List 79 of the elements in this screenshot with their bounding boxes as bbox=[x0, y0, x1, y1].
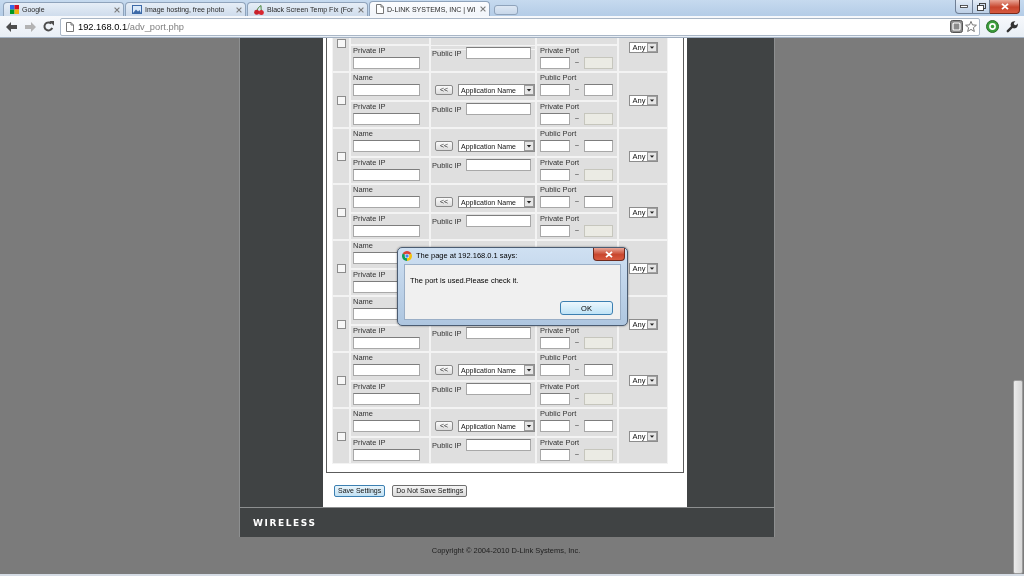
close-icon[interactable] bbox=[236, 6, 242, 13]
checkbox[interactable] bbox=[336, 375, 346, 385]
close-icon bbox=[605, 250, 613, 258]
dropdown-arrow-icon bbox=[646, 319, 657, 329]
public-ip-field[interactable] bbox=[465, 159, 531, 171]
public-ip-field[interactable] bbox=[465, 215, 531, 227]
page-icon bbox=[376, 4, 384, 14]
private-port-start-field[interactable] bbox=[540, 57, 570, 69]
private-ip-field[interactable] bbox=[353, 113, 420, 125]
public-port-start-field[interactable] bbox=[540, 420, 570, 432]
minimize-button[interactable] bbox=[955, 0, 973, 14]
private-ip-field[interactable] bbox=[353, 449, 420, 461]
private-ip-field[interactable] bbox=[353, 169, 420, 181]
public-port-start-field[interactable] bbox=[540, 140, 570, 152]
public-port-end-field[interactable] bbox=[584, 420, 613, 432]
private-port-start-field[interactable] bbox=[540, 169, 570, 181]
page-icon bbox=[66, 21, 74, 32]
public-ip-field[interactable] bbox=[465, 439, 531, 451]
public-port-start-field[interactable] bbox=[540, 364, 570, 376]
name-field[interactable] bbox=[353, 364, 420, 376]
dropdown-arrow-icon bbox=[646, 95, 657, 105]
public-ip-field[interactable] bbox=[465, 327, 531, 339]
close-icon bbox=[1000, 3, 1009, 10]
close-icon[interactable] bbox=[358, 6, 364, 13]
address-field[interactable]: 192.168.0.1/adv_port.php bbox=[60, 17, 980, 36]
checkbox[interactable] bbox=[336, 263, 346, 273]
quartered-square-icon bbox=[10, 5, 19, 14]
private-port-start-field[interactable] bbox=[540, 393, 570, 405]
scrollbar-thumb[interactable] bbox=[1013, 380, 1023, 574]
circle-logo-icon[interactable] bbox=[986, 20, 999, 33]
checkbox[interactable] bbox=[336, 431, 346, 441]
star-icon[interactable] bbox=[965, 21, 977, 32]
close-button[interactable] bbox=[990, 0, 1020, 14]
public-port-end-field[interactable] bbox=[584, 84, 613, 96]
reload-icon[interactable] bbox=[43, 21, 54, 32]
dropdown-arrow-icon bbox=[646, 151, 657, 161]
private-port-start-field[interactable] bbox=[540, 113, 570, 125]
close-icon[interactable] bbox=[480, 6, 486, 12]
public-port-end-field[interactable] bbox=[584, 196, 613, 208]
checkbox[interactable] bbox=[336, 319, 346, 329]
dropdown-arrow-icon bbox=[646, 431, 657, 441]
close-icon[interactable] bbox=[114, 6, 120, 13]
private-port-start-field[interactable] bbox=[540, 449, 570, 461]
round-logo-icon bbox=[402, 250, 412, 261]
private-ip-field[interactable] bbox=[353, 225, 420, 237]
restore-icon bbox=[976, 2, 986, 11]
public-ip-field[interactable] bbox=[465, 103, 531, 115]
public-ip-field[interactable] bbox=[465, 383, 531, 395]
back-arrow-icon[interactable] bbox=[6, 21, 17, 32]
private-ip-field[interactable] bbox=[353, 337, 420, 349]
private-ip-field[interactable] bbox=[353, 57, 420, 69]
private-port-start-field[interactable] bbox=[540, 225, 570, 237]
checkbox[interactable] bbox=[336, 207, 346, 217]
name-field[interactable] bbox=[353, 196, 420, 208]
name-field[interactable] bbox=[353, 84, 420, 96]
checkbox[interactable] bbox=[336, 151, 346, 161]
picture-icon bbox=[132, 5, 142, 14]
name-field[interactable] bbox=[353, 420, 420, 432]
checkbox[interactable] bbox=[336, 39, 346, 48]
dropdown-arrow-icon bbox=[646, 375, 657, 385]
private-ip-field[interactable] bbox=[353, 393, 420, 405]
wireless-logo: WIRELESS bbox=[253, 517, 317, 528]
name-field[interactable] bbox=[353, 140, 420, 152]
cherries-icon bbox=[254, 4, 264, 15]
square-emblem-icon[interactable] bbox=[950, 20, 963, 33]
wrench-icon[interactable] bbox=[1006, 20, 1018, 33]
close-button[interactable] bbox=[593, 248, 625, 261]
public-port-start-field[interactable] bbox=[540, 84, 570, 96]
private-port-start-field[interactable] bbox=[540, 337, 570, 349]
public-port-end-field[interactable] bbox=[584, 364, 613, 376]
dropdown-arrow-icon bbox=[646, 43, 657, 52]
public-port-start-field[interactable] bbox=[540, 196, 570, 208]
restore-button[interactable] bbox=[973, 0, 990, 14]
dropdown-arrow-icon bbox=[646, 263, 657, 273]
public-ip-field[interactable] bbox=[465, 47, 531, 59]
minimize-icon bbox=[960, 5, 968, 8]
checkbox[interactable] bbox=[336, 95, 346, 105]
dropdown-arrow-icon bbox=[646, 207, 657, 217]
public-port-end-field[interactable] bbox=[584, 140, 613, 152]
